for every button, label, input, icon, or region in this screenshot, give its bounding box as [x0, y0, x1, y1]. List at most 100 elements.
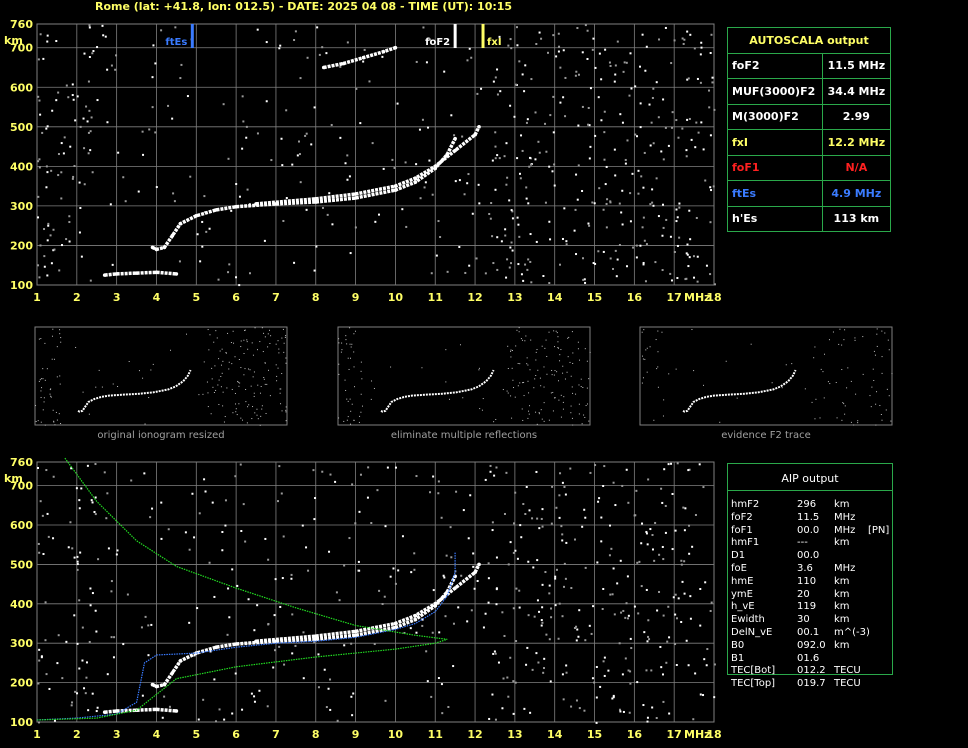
- thumbnail-noise: [276, 380, 278, 382]
- noise-dot: [649, 144, 652, 147]
- noise-dot: [102, 34, 105, 37]
- noise-dot: [65, 84, 68, 87]
- noise-dot: [386, 466, 389, 469]
- aip-cell: 119: [797, 601, 817, 613]
- x-tick-label: 7: [272, 728, 280, 741]
- noise-dot: [565, 541, 568, 544]
- thumbnail-noise: [572, 362, 574, 364]
- noise-dot: [52, 475, 55, 478]
- noise-dot: [670, 462, 673, 465]
- noise-dot: [297, 140, 300, 143]
- noise-dot: [696, 77, 699, 80]
- thumbnail-noise: [822, 371, 824, 373]
- noise-dot: [87, 152, 90, 155]
- thumbnail-noise: [56, 419, 58, 421]
- thumbnail-noise: [846, 387, 848, 389]
- thumbnail-noise: [281, 337, 283, 339]
- thumbnail-noise: [285, 409, 287, 411]
- noise-dot: [490, 202, 493, 205]
- noise-dot: [106, 492, 109, 495]
- noise-dot: [614, 64, 617, 67]
- thumbnail-noise: [521, 408, 523, 410]
- thumbnail-noise: [578, 403, 580, 405]
- noise-dot: [676, 277, 679, 280]
- thumbnail-noise: [649, 346, 651, 348]
- noise-dot: [609, 257, 612, 260]
- thumbnail-noise: [267, 333, 269, 335]
- noise-dot: [115, 553, 118, 556]
- noise-dot: [645, 532, 648, 535]
- thumbnail-noise: [43, 401, 45, 403]
- noise-dot: [91, 592, 94, 595]
- noise-dot: [160, 29, 163, 32]
- thumbnail-noise: [847, 367, 849, 369]
- noise-dot: [599, 685, 602, 688]
- noise-dot: [482, 626, 485, 629]
- y-tick-label: 400: [10, 598, 33, 611]
- thumbnail-noise: [566, 371, 568, 373]
- thumbnail-noise: [551, 369, 553, 371]
- thumbnail-noise: [872, 368, 874, 370]
- noise-dot: [699, 81, 702, 84]
- thumbnail-noise: [875, 403, 877, 405]
- noise-dot: [234, 672, 237, 675]
- thumbnail-noise: [560, 394, 562, 396]
- thumbnail-noise: [854, 337, 856, 339]
- noise-dot: [45, 469, 48, 472]
- noise-dot: [603, 158, 606, 161]
- noise-dot: [519, 177, 522, 180]
- noise-dot: [437, 677, 440, 680]
- noise-dot: [538, 610, 541, 613]
- thumbnail-noise: [59, 375, 61, 377]
- thumbnail-noise: [275, 343, 277, 345]
- x-tick-label: 5: [192, 728, 200, 741]
- aip-cell: 00.0: [797, 524, 820, 536]
- noise-dot: [632, 246, 635, 249]
- thumbnail-frame: [337, 326, 591, 426]
- thumbnail-noise: [261, 405, 263, 407]
- noise-dot: [661, 545, 664, 548]
- noise-dot: [702, 486, 705, 489]
- thumbnail-noise: [819, 417, 821, 419]
- noise-dot: [38, 99, 41, 102]
- noise-dot: [266, 705, 269, 708]
- noise-dot: [401, 208, 404, 211]
- thumbnail-noise: [510, 350, 512, 352]
- noise-dot: [496, 268, 499, 271]
- noise-dot: [430, 695, 433, 698]
- noise-dot: [688, 209, 691, 212]
- noise-dot: [161, 716, 164, 719]
- noise-dot: [508, 266, 511, 269]
- thumbnail-noise: [528, 410, 530, 412]
- thumbnail-noise: [240, 346, 242, 348]
- noise-dot: [629, 192, 632, 195]
- noise-dot: [577, 164, 580, 167]
- thumbnail-noise: [231, 388, 233, 390]
- noise-dot: [39, 244, 42, 247]
- noise-dot: [256, 28, 259, 31]
- autoscala-value: 34.4 MHz: [821, 78, 892, 105]
- thumbnail-noise: [841, 419, 843, 421]
- thumbnail-noise: [814, 418, 816, 420]
- noise-dot: [687, 77, 690, 80]
- thumbnail-noise: [511, 349, 513, 351]
- noise-dot: [689, 33, 692, 36]
- noise-dot: [581, 257, 584, 260]
- thumbnail-noise: [838, 343, 840, 345]
- x-tick-label: 6: [232, 728, 240, 741]
- noise-dot: [658, 553, 661, 556]
- noise-dot: [667, 605, 670, 608]
- thumbnail-noise: [235, 403, 237, 405]
- noise-dot: [565, 240, 568, 243]
- noise-dot: [81, 659, 84, 662]
- noise-dot: [704, 581, 707, 584]
- noise-dot: [253, 695, 256, 698]
- aip-cell: DelN_vE: [731, 627, 773, 638]
- profile-curve: [36, 457, 448, 721]
- thumbnail-noise: [346, 343, 348, 345]
- noise-dot: [627, 501, 630, 504]
- noise-dot: [619, 559, 622, 562]
- noise-dot: [322, 206, 325, 209]
- thumbnail-noise: [277, 367, 279, 369]
- noise-dot: [312, 469, 315, 472]
